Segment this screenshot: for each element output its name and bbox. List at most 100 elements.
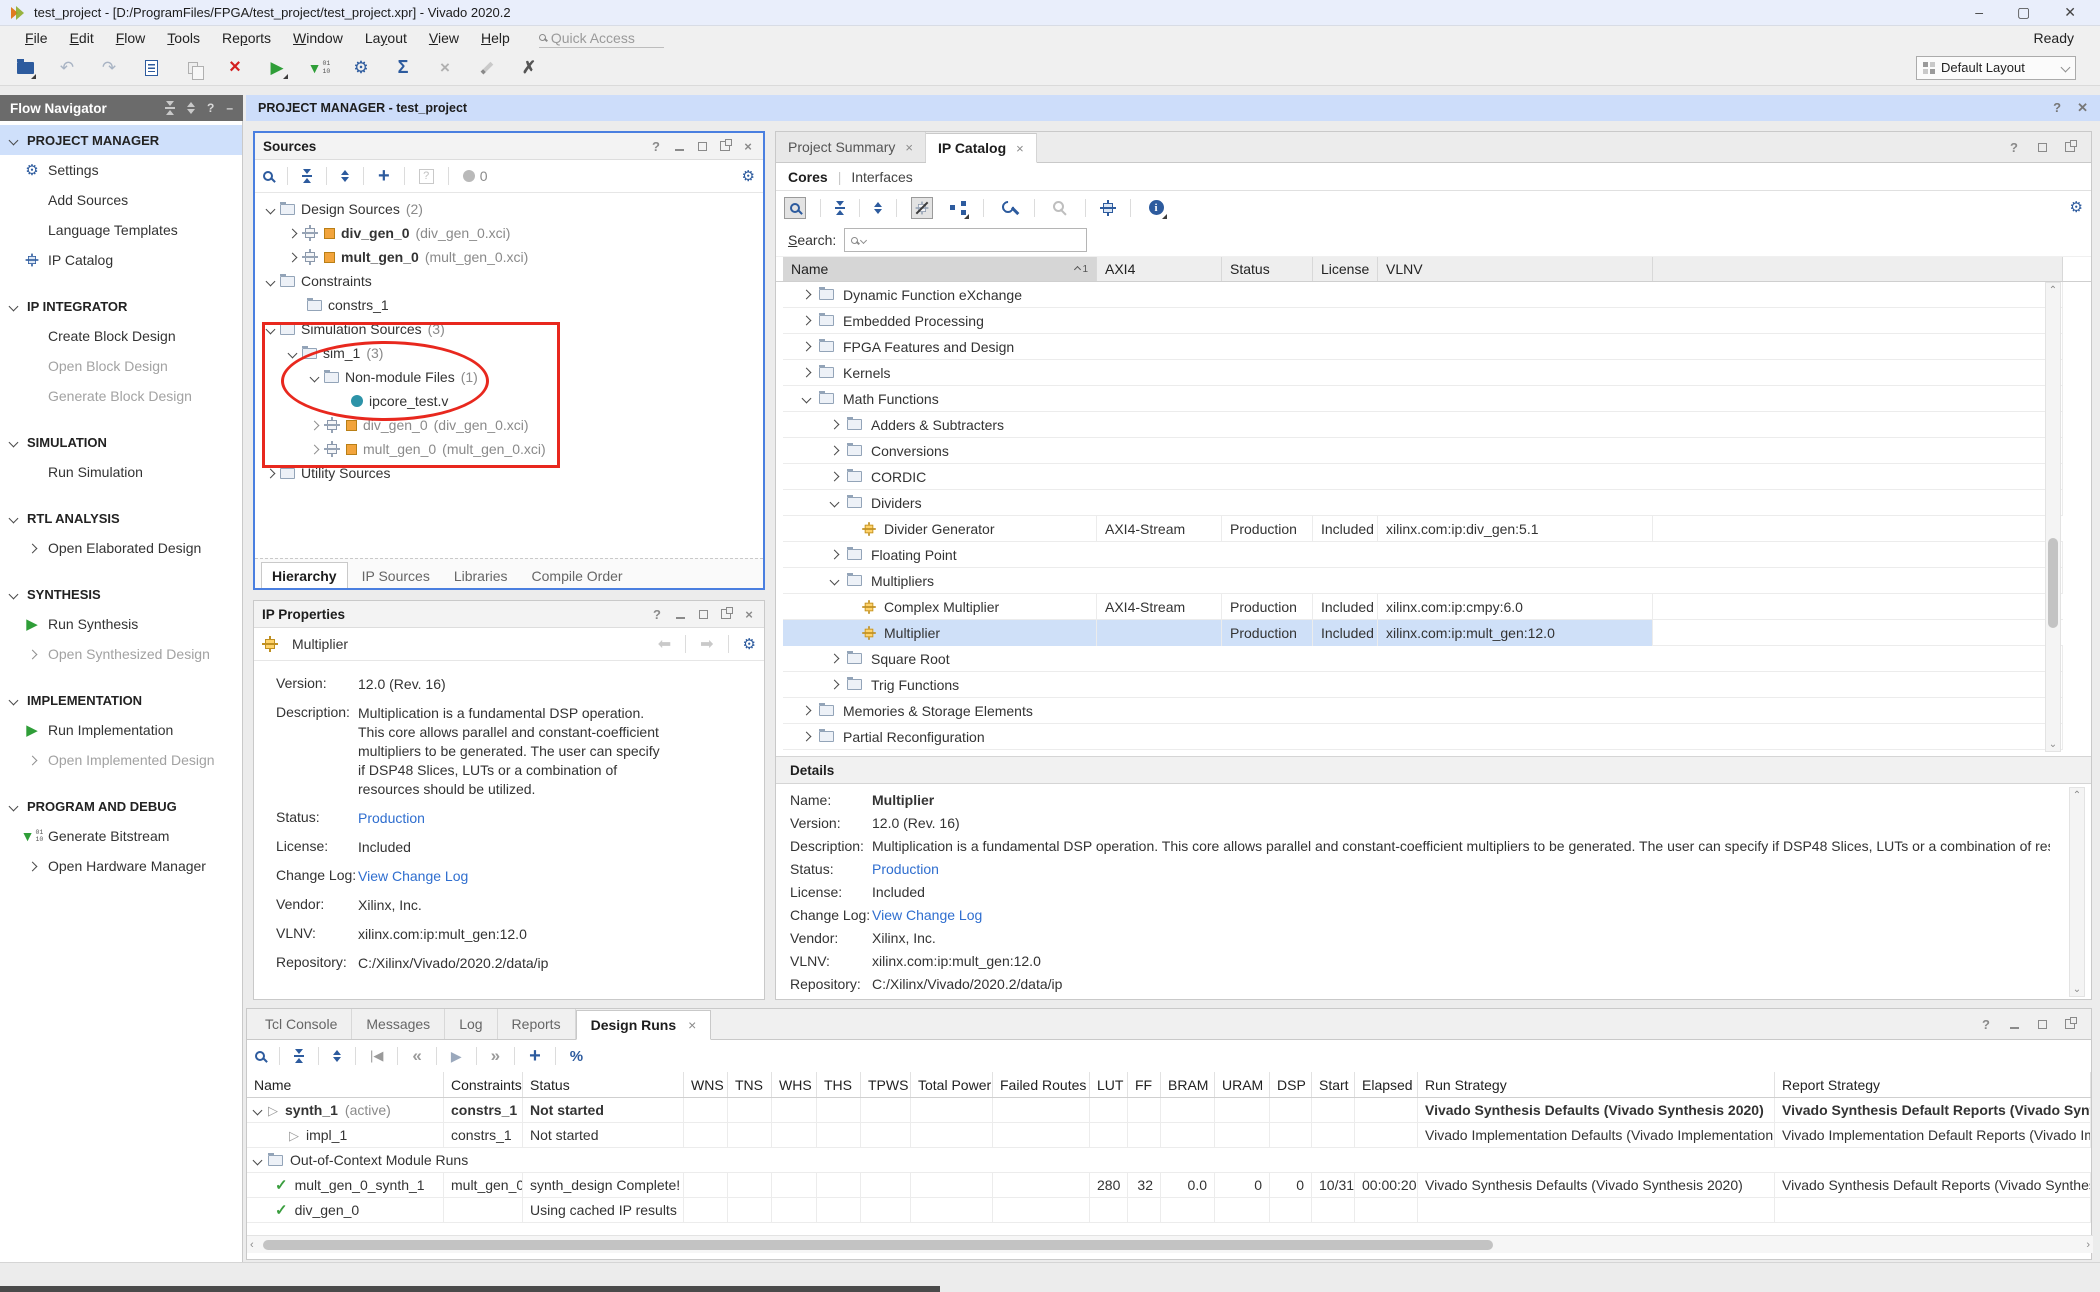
messages-badge[interactable]: 0: [463, 168, 488, 184]
column-header[interactable]: URAM: [1215, 1072, 1270, 1097]
tab-libraries[interactable]: Libraries: [444, 564, 518, 588]
save-button[interactable]: [140, 57, 162, 79]
column-header[interactable]: TNS: [728, 1072, 772, 1097]
scroll-left-icon[interactable]: ‹: [247, 1239, 254, 1251]
report-sigma-button[interactable]: Σ: [392, 57, 414, 79]
go-to-start-icon[interactable]: |◀: [370, 1048, 383, 1064]
change-log-link[interactable]: View Change Log: [872, 907, 2050, 923]
details-scrollbar[interactable]: ⌃ ⌄: [2069, 787, 2085, 997]
column-header[interactable]: THS: [817, 1072, 861, 1097]
menu-help[interactable]: Help: [470, 26, 521, 50]
column-header[interactable]: TPWS: [861, 1072, 911, 1097]
scroll-down-icon[interactable]: ⌄: [2073, 982, 2081, 996]
column-header[interactable]: WHS: [772, 1072, 817, 1097]
change-log-link[interactable]: View Change Log: [358, 867, 688, 886]
collapse-all-icon[interactable]: [302, 169, 312, 183]
sidebar-section-simulation[interactable]: SIMULATION: [0, 427, 242, 457]
highlight-button[interactable]: ×: [434, 57, 456, 79]
expand-all-icon[interactable]: [187, 102, 195, 114]
column-header[interactable]: Status: [523, 1072, 684, 1097]
catalog-row[interactable]: Floating Point: [783, 542, 2063, 568]
column-header-name[interactable]: Name1: [783, 257, 1097, 281]
collapse-all-icon[interactable]: [165, 101, 175, 115]
sidebar-item-open-block-design[interactable]: Open Block Design: [0, 351, 242, 381]
help-icon[interactable]: ?: [2007, 140, 2021, 154]
column-header[interactable]: BRAM: [1161, 1072, 1215, 1097]
tree-row[interactable]: sim_1(3): [255, 341, 763, 365]
tab-compile-order[interactable]: Compile Order: [522, 564, 633, 588]
scroll-right-icon[interactable]: ›: [2086, 1239, 2093, 1251]
run-row[interactable]: ▷impl_1 constrs_1 Not started Vivado Imp…: [247, 1123, 2091, 1148]
sidebar-item-run-simulation[interactable]: Run Simulation: [0, 457, 242, 487]
sidebar-item-generate-bitstream[interactable]: ▼0110Generate Bitstream: [0, 821, 242, 851]
quick-access-search[interactable]: Quick Access: [539, 28, 664, 48]
license-key-icon[interactable]: [1049, 197, 1071, 219]
run-row[interactable]: ✓mult_gen_0_synth_1 mult_gen_0 synth_des…: [247, 1173, 2091, 1198]
expand-all-icon[interactable]: [341, 170, 349, 182]
catalog-row[interactable]: CORDIC: [783, 464, 2063, 490]
layout-selector[interactable]: Default Layout: [1916, 56, 2076, 80]
column-header-axi4[interactable]: AXI4: [1097, 257, 1222, 281]
tree-row[interactable]: Utility Sources: [255, 461, 763, 485]
help-icon[interactable]: ?: [650, 607, 664, 621]
close-panel-icon[interactable]: ×: [742, 607, 756, 621]
sidebar-item-settings[interactable]: ⚙Settings: [0, 155, 242, 185]
close-tab-icon[interactable]: ×: [1016, 141, 1024, 156]
tab-messages[interactable]: Messages: [352, 1009, 445, 1039]
maximize-window-icon[interactable]: ▢: [2017, 4, 2030, 21]
copy-button[interactable]: [182, 57, 204, 79]
menu-edit[interactable]: Edit: [59, 26, 105, 50]
redo-button[interactable]: ↷: [98, 57, 120, 79]
column-header[interactable]: LUT: [1090, 1072, 1128, 1097]
tree-row[interactable]: Design Sources(2): [255, 197, 763, 221]
column-header[interactable]: Run Strategy: [1418, 1072, 1775, 1097]
forward-arrow-icon[interactable]: ➡: [700, 634, 713, 654]
catalog-row[interactable]: Divider GeneratorAXI4-StreamProductionIn…: [783, 516, 2063, 542]
maximize-panel-icon[interactable]: [696, 607, 710, 621]
catalog-row[interactable]: Kernels: [783, 360, 2063, 386]
help-icon[interactable]: ?: [649, 139, 663, 153]
collapse-all-icon[interactable]: [835, 201, 845, 215]
sidebar-section-synthesis[interactable]: SYNTHESIS: [0, 579, 242, 609]
catalog-row[interactable]: Conversions: [783, 438, 2063, 464]
tree-row[interactable]: Non-module Files(1): [255, 365, 763, 389]
sidebar-item-ip-catalog[interactable]: IP Catalog: [0, 245, 242, 275]
column-header-vlnv[interactable]: VLNV: [1378, 257, 1653, 281]
sidebar-section-project-manager[interactable]: PROJECT MANAGER: [0, 125, 242, 155]
menu-layout[interactable]: Layout: [354, 26, 418, 50]
customize-wrench-icon[interactable]: [998, 197, 1020, 219]
tab-project-summary[interactable]: Project Summary×: [776, 132, 926, 162]
tree-row[interactable]: Simulation Sources(3): [255, 317, 763, 341]
sidebar-item-add-sources[interactable]: Add Sources: [0, 185, 242, 215]
maximize-panel-icon[interactable]: [2035, 1017, 2049, 1031]
settings-gear-icon[interactable]: ⚙: [350, 57, 372, 79]
tab-ip-catalog[interactable]: IP Catalog×: [926, 133, 1037, 163]
close-icon[interactable]: ✕: [2077, 100, 2088, 116]
maximize-panel-icon[interactable]: [695, 139, 709, 153]
minimize-window-icon[interactable]: –: [1975, 4, 1983, 21]
catalog-row[interactable]: Complex MultiplierAXI4-StreamProductionI…: [783, 594, 2063, 620]
column-header-license[interactable]: License: [1313, 257, 1378, 281]
tab-ip-sources[interactable]: IP Sources: [352, 564, 440, 588]
catalog-row[interactable]: Dynamic Function eXchange: [783, 282, 2063, 308]
sidebar-item-create-block-design[interactable]: Create Block Design: [0, 321, 242, 351]
scroll-down-icon[interactable]: ⌄: [2049, 737, 2057, 751]
back-arrow-icon[interactable]: ⬅: [658, 634, 671, 654]
percent-icon[interactable]: %: [570, 1048, 583, 1065]
step-back-icon[interactable]: «: [412, 1046, 421, 1066]
scrollbar-thumb[interactable]: [263, 1240, 1493, 1250]
column-header[interactable]: Constraints: [444, 1072, 523, 1097]
close-tab-icon[interactable]: ×: [688, 1017, 696, 1033]
float-panel-icon[interactable]: [2063, 1017, 2077, 1031]
catalog-row[interactable]: Adders & Subtracters: [783, 412, 2063, 438]
sidebar-item-run-synthesis[interactable]: ▶Run Synthesis: [0, 609, 242, 639]
run-group-row[interactable]: Out-of-Context Module Runs: [247, 1148, 2091, 1173]
add-repository-icon[interactable]: [1100, 200, 1116, 216]
status-link[interactable]: Production: [872, 861, 2050, 877]
tree-row[interactable]: constrs_1: [255, 293, 763, 317]
column-header[interactable]: Failed Routes: [993, 1072, 1090, 1097]
scroll-up-icon[interactable]: ⌃: [2049, 283, 2057, 297]
column-header-status[interactable]: Status: [1222, 257, 1313, 281]
help-box-icon[interactable]: ?: [419, 169, 434, 184]
mark-button[interactable]: [476, 57, 498, 79]
